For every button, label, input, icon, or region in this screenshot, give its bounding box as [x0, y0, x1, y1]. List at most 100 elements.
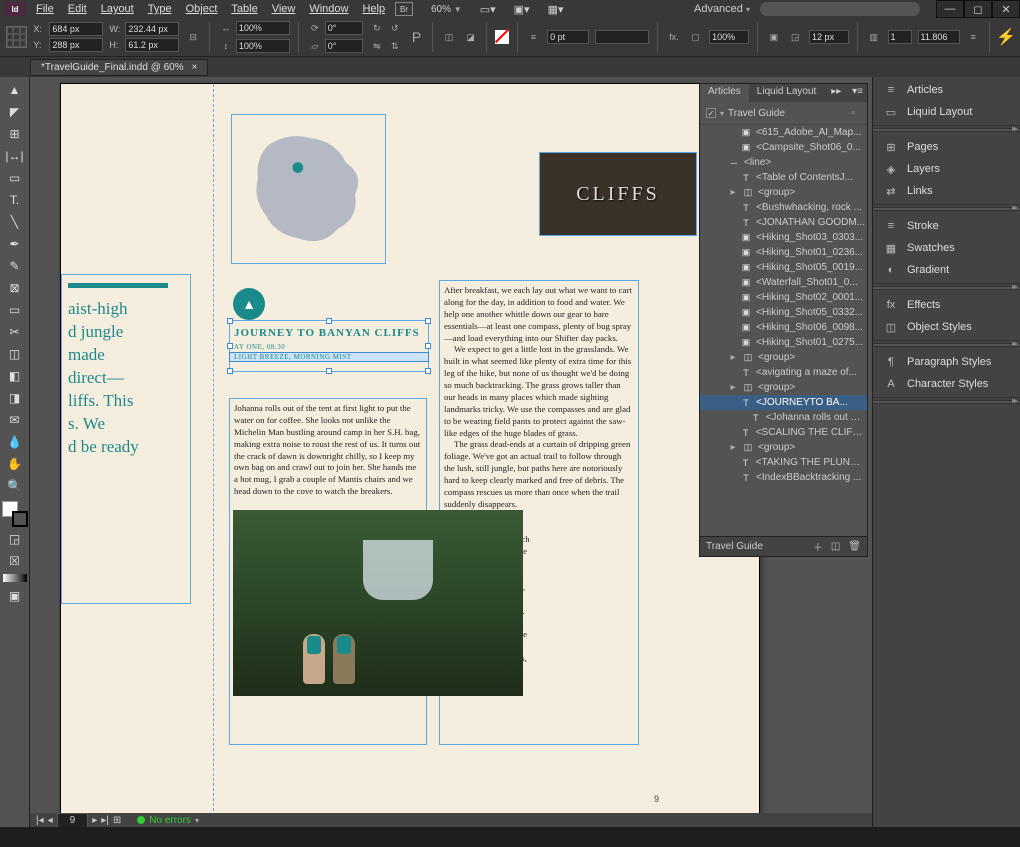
select-content-icon[interactable]: ◪ [463, 29, 478, 45]
rotate-ccw-icon[interactable]: ↺ [387, 20, 403, 36]
panel-character-styles[interactable]: ACharacter Styles [873, 373, 1020, 395]
map-frame[interactable] [231, 114, 386, 264]
constrain-icon[interactable]: ⊟ [185, 29, 200, 45]
bridge-button[interactable]: Br [395, 2, 413, 16]
article-item[interactable]: ▸◫<group> [700, 440, 867, 455]
line-tool[interactable]: ╲ [2, 211, 28, 232]
document-tab[interactable]: *TravelGuide_Final.indd @ 60%× [30, 59, 208, 76]
menu-window[interactable]: Window [309, 3, 348, 15]
opacity-field[interactable] [709, 30, 749, 44]
corner-icon[interactable]: ◲ [788, 29, 803, 45]
articles-list[interactable]: ▣<615_Adobe_AI_Map...▣<Campsite_Shot06_0… [700, 125, 867, 485]
expand-arrow-icon[interactable]: ▸ [728, 382, 738, 393]
section-title-frame[interactable]: JOURNEY TO BANYAN CLIFFS AY ONE, 08:30 L… [229, 320, 429, 372]
article-item[interactable]: ▸◫<group> [700, 350, 867, 365]
shear-field[interactable] [325, 39, 363, 53]
add-article-icon[interactable]: ＋ [813, 539, 823, 554]
article-options-icon[interactable]: ▫ [845, 105, 861, 121]
panel-paragraph-styles[interactable]: ¶Paragraph Styles [873, 351, 1020, 373]
free-transform-tool[interactable]: ◫ [2, 343, 28, 364]
article-item[interactable]: T<avigating a maze of... [700, 365, 867, 380]
articles-panel[interactable]: Articles Liquid Layout ▸▸ ▾≡ ✓ ▾ Travel … [699, 83, 868, 557]
quick-apply-icon[interactable]: ⚡ [998, 29, 1014, 45]
arrange-icon[interactable]: ▦▾ [548, 3, 564, 16]
selection-tool[interactable]: ▲ [2, 79, 28, 100]
close-button[interactable]: ✕ [992, 0, 1020, 18]
maximize-button[interactable]: ◻ [964, 0, 992, 18]
content-collector-tool[interactable]: ▭ [2, 167, 28, 188]
flip-v-icon[interactable]: ⇅ [387, 38, 403, 54]
stroke-style-field[interactable] [595, 30, 649, 44]
type-tool[interactable]: T. [2, 189, 28, 210]
tab-articles[interactable]: Articles [700, 84, 749, 102]
panel-layers[interactable]: ◈Layers [873, 158, 1020, 180]
article-item[interactable]: ▣<Campsite_Shot06_0... [700, 140, 867, 155]
rectangle-frame-tool[interactable]: ⊠ [2, 277, 28, 298]
eyedropper-tool[interactable]: 💧 [2, 431, 28, 452]
next-page-button[interactable]: ▸ [92, 815, 97, 826]
zoom-level[interactable]: 60% [431, 4, 451, 15]
fill-swatch[interactable] [495, 30, 509, 44]
include-checkbox[interactable]: ✓ [706, 108, 716, 118]
preflight-status[interactable]: No errors ▾ [137, 815, 199, 826]
article-item[interactable]: T<SCALING THE CLIFF... [700, 425, 867, 440]
article-item[interactable]: ▣<Hiking_Shot02_0001... [700, 290, 867, 305]
corner-field[interactable] [809, 30, 849, 44]
panel-gradient[interactable]: ◐Gradient [873, 259, 1020, 281]
align-icon[interactable]: ≡ [966, 29, 981, 45]
menu-object[interactable]: Object [186, 3, 218, 15]
prev-page-button[interactable]: ◂ [48, 815, 53, 826]
view-options-icon[interactable]: ▭▾ [480, 3, 496, 16]
text-wrap-icon[interactable]: ▣ [766, 29, 781, 45]
scissors-tool[interactable]: ✂ [2, 321, 28, 342]
panel-menu-icon[interactable]: ▾≡ [848, 84, 867, 102]
rotate-field[interactable] [325, 21, 363, 35]
panel-links[interactable]: ⇄Links [873, 180, 1020, 202]
gap-tool[interactable]: |↔| [2, 145, 28, 166]
scale-y-field[interactable] [236, 39, 290, 53]
article-item[interactable]: ▣<Hiking_Shot06_0098... [700, 320, 867, 335]
gradient-feather-tool[interactable]: ◨ [2, 387, 28, 408]
scale-x-field[interactable] [236, 21, 290, 35]
menu-table[interactable]: Table [231, 3, 257, 15]
article-item[interactable]: ▣<Hiking_Shot05_0332... [700, 305, 867, 320]
column-width-field[interactable] [918, 30, 960, 44]
menu-edit[interactable]: Edit [68, 3, 87, 15]
last-page-button[interactable]: ▸| [101, 815, 109, 826]
article-item[interactable]: ▣<615_Adobe_AI_Map... [700, 125, 867, 140]
fill-stroke-swatches[interactable] [2, 501, 28, 527]
article-item[interactable]: T<Table of ContentsJ... [700, 170, 867, 185]
first-page-button[interactable]: |◂ [36, 815, 44, 826]
disclosure-icon[interactable]: ▾ [720, 109, 724, 118]
panel-object-styles[interactable]: ◫Object Styles [873, 316, 1020, 338]
article-item[interactable]: ─<line> [700, 155, 867, 170]
screen-mode-tool[interactable]: ▣ [2, 585, 28, 606]
w-field[interactable] [125, 22, 179, 36]
article-item[interactable]: ▣<Waterfall_Shot01_0... [700, 275, 867, 290]
article-item[interactable]: T<Bushwhacking, rock ... [700, 200, 867, 215]
article-item[interactable]: T<TAKING THE PLUNG... [700, 455, 867, 470]
screen-mode-icon[interactable]: ▣▾ [514, 3, 530, 16]
article-item[interactable]: ▸◫<group> [700, 185, 867, 200]
panel-liquid-layout[interactable]: ▭Liquid Layout [873, 101, 1020, 123]
article-item[interactable]: T<JONATHAN GOODM... [700, 215, 867, 230]
delete-article-icon[interactable]: 🗑 [848, 541, 861, 552]
gradient-swatch-tool[interactable]: ◧ [2, 365, 28, 386]
expand-arrow-icon[interactable]: ▸ [728, 352, 738, 363]
article-item[interactable]: T<JOURNEYTO BA... [700, 395, 867, 410]
h-field[interactable] [125, 38, 179, 52]
expand-arrow-icon[interactable]: ▸ [728, 442, 738, 453]
minimize-button[interactable]: — [936, 0, 964, 18]
tab-liquid-layout[interactable]: Liquid Layout [749, 84, 825, 102]
rectangle-tool[interactable]: ▭ [2, 299, 28, 320]
article-item[interactable]: ▣<Hiking_Shot01_0236... [700, 245, 867, 260]
pencil-tool[interactable]: ✎ [2, 255, 28, 276]
panel-pages[interactable]: ⊞Pages [873, 136, 1020, 158]
article-item[interactable]: T<Johanna rolls out of ... [700, 410, 867, 425]
help-search-input[interactable] [760, 2, 920, 16]
stroke-weight-field[interactable] [547, 30, 589, 44]
apply-gradient-icon[interactable] [2, 572, 28, 584]
select-container-icon[interactable]: ◫ [441, 29, 456, 45]
expand-arrow-icon[interactable]: ▸ [728, 187, 738, 198]
page-field[interactable]: 9 [57, 813, 89, 828]
